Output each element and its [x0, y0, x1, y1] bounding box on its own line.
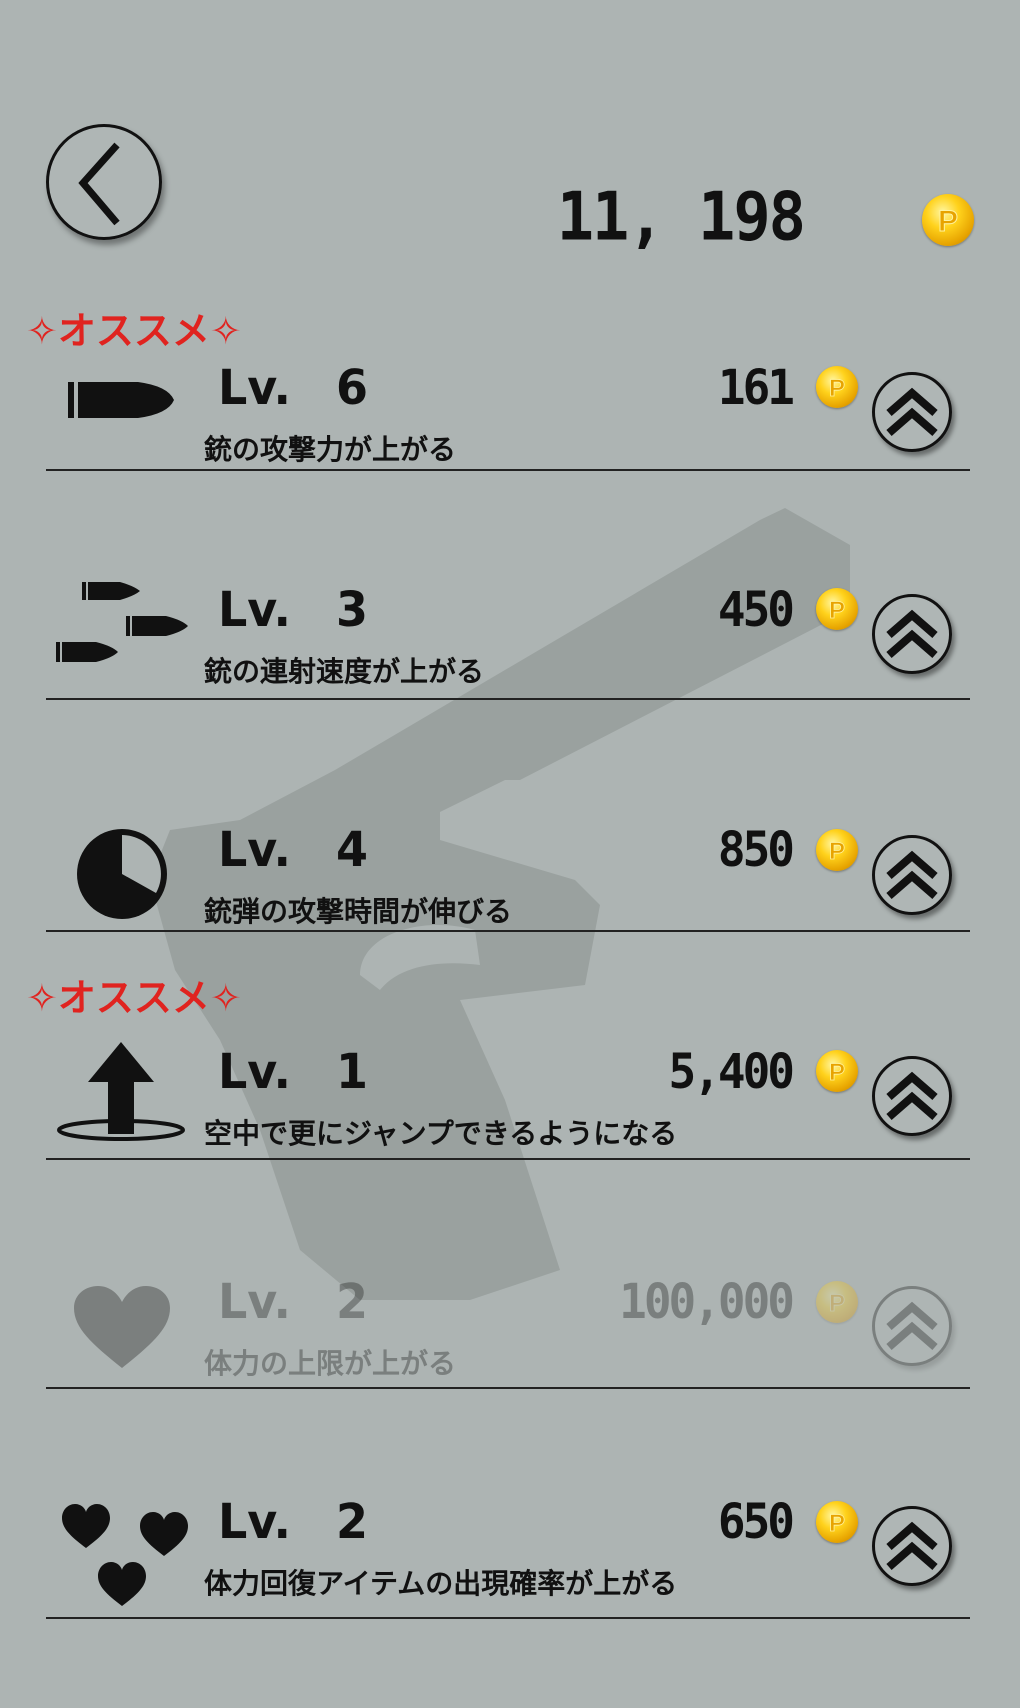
- level-label: Lv. 2: [218, 1272, 369, 1330]
- level-value: 2: [336, 1272, 369, 1330]
- level-value: 2: [336, 1492, 369, 1550]
- hearts-icon: [62, 1504, 188, 1606]
- level-label: Lv. 2: [218, 1492, 369, 1550]
- p-coin-icon: P: [816, 1281, 858, 1323]
- double-chevron-up-icon: [886, 1521, 938, 1571]
- p-coin-icon: P: [816, 1501, 858, 1543]
- disabled-overlay: Lv. 2 100,000 P 体力の上限が上がる: [0, 0, 1020, 1700]
- svg-text:P: P: [829, 1510, 845, 1537]
- upgrade-button[interactable]: [872, 1286, 952, 1366]
- upgrade-price: 650: [717, 1492, 795, 1550]
- upgrade-description: 体力の上限が上がる: [204, 1347, 457, 1380]
- upgrade-price: 100,000: [619, 1272, 795, 1330]
- svg-text:P: P: [829, 1290, 845, 1317]
- upgrade-button[interactable]: [872, 1506, 952, 1586]
- row-divider: [46, 1617, 970, 1619]
- double-chevron-up-icon: [886, 1301, 938, 1351]
- row-divider: [46, 1387, 970, 1389]
- upgrade-description: 体力回復アイテムの出現確率が上がる: [204, 1567, 678, 1600]
